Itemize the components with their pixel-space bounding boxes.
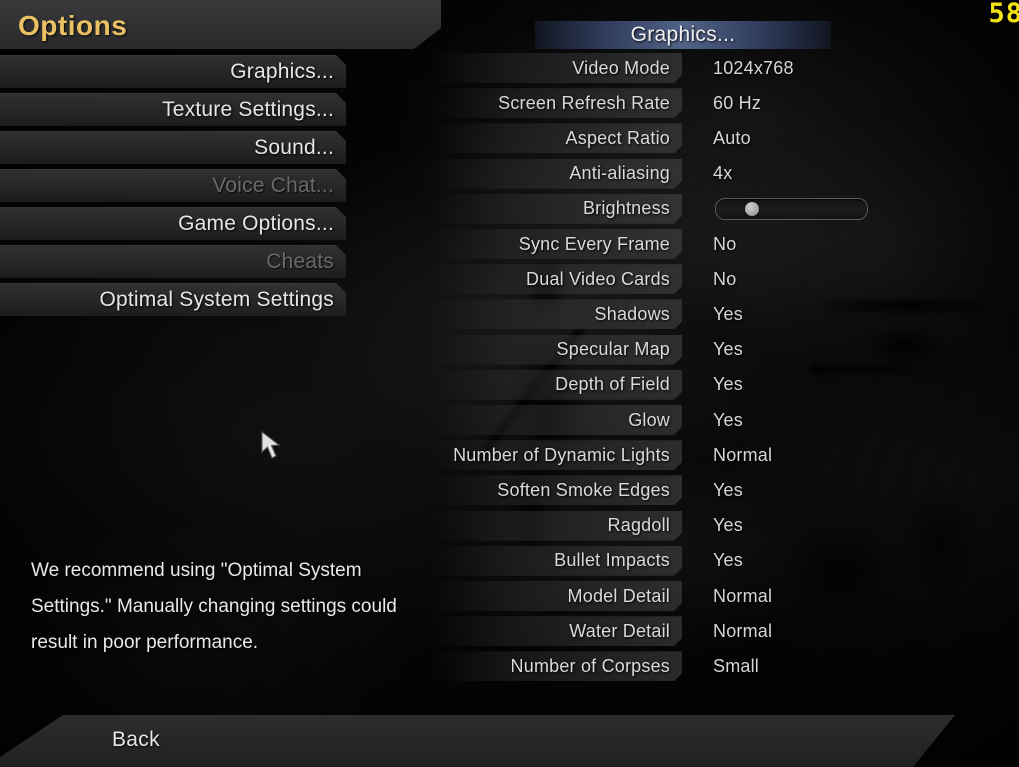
setting-value[interactable]: Yes	[713, 511, 743, 541]
setting-row-specular-map[interactable]: Specular Map Yes	[432, 334, 992, 365]
setting-label: Depth of Field	[555, 374, 670, 395]
setting-label: Specular Map	[556, 339, 670, 360]
setting-value[interactable]: 1024x768	[713, 53, 794, 83]
setting-value[interactable]: Yes	[713, 370, 743, 400]
setting-row-video-mode[interactable]: Video Mode 1024x768	[432, 53, 992, 83]
setting-value[interactable]: Yes	[713, 335, 743, 365]
setting-label: Soften Smoke Edges	[497, 479, 670, 500]
setting-row-shadows[interactable]: Shadows Yes	[432, 299, 992, 330]
setting-row-depth-of-field[interactable]: Depth of Field Yes	[432, 369, 992, 400]
setting-label: Shadows	[594, 303, 670, 324]
setting-row-screen-refresh-rate[interactable]: Screen Refresh Rate 60 Hz	[432, 88, 992, 119]
setting-row-sync-every-frame[interactable]: Sync Every Frame No	[432, 229, 992, 259]
setting-value[interactable]: Normal	[713, 616, 772, 646]
setting-label: Sync Every Frame	[518, 233, 670, 254]
setting-value[interactable]: No	[713, 264, 736, 294]
page-title: Options	[18, 10, 128, 41]
panel-header-title: Graphics...	[630, 23, 736, 46]
setting-value[interactable]: Normal	[713, 440, 772, 470]
setting-label: Brightness	[582, 198, 670, 219]
setting-value[interactable]: No	[713, 229, 736, 259]
setting-value[interactable]: Normal	[713, 581, 772, 611]
setting-label: Dual Video Cards	[526, 268, 670, 289]
setting-row-aspect-ratio[interactable]: Aspect Ratio Auto	[432, 123, 992, 154]
setting-value[interactable]: Yes	[713, 405, 743, 435]
setting-value[interactable]: Yes	[713, 475, 743, 505]
setting-value[interactable]: Small	[713, 651, 759, 681]
setting-label: Water Detail	[569, 620, 670, 641]
setting-row-number-of-dynamic-lights[interactable]: Number of Dynamic Lights Normal	[432, 440, 992, 471]
game-options-screen: 58 Options Graphics... Texture Settings..…	[0, 0, 1019, 767]
setting-row-bullet-impacts[interactable]: Bullet Impacts Yes	[432, 545, 992, 576]
settings-panel: Graphics... Video Mode 1024x768 Screen Ref…	[0, 0, 1019, 700]
setting-row-water-detail[interactable]: Water Detail Normal	[432, 616, 992, 647]
setting-value[interactable]: Yes	[713, 299, 743, 329]
setting-label: Ragdoll	[607, 515, 670, 536]
setting-row-dual-video-cards[interactable]: Dual Video Cards No	[432, 264, 992, 295]
setting-row-brightness[interactable]: Brightness	[432, 193, 992, 224]
setting-label: Number of Dynamic Lights	[453, 444, 670, 465]
setting-label: Video Mode	[572, 57, 670, 78]
setting-label: Screen Refresh Rate	[498, 92, 670, 113]
setting-label: Glow	[628, 409, 670, 430]
setting-row-model-detail[interactable]: Model Detail Normal	[432, 581, 992, 611]
fps-counter: 58	[988, 0, 1019, 29]
setting-label: Number of Corpses	[510, 655, 670, 676]
panel-header-bar: Graphics...	[535, 21, 831, 49]
back-button[interactable]: Back	[112, 728, 160, 752]
setting-label: Anti-aliasing	[569, 163, 670, 184]
brightness-slider[interactable]	[715, 197, 868, 220]
setting-label: Model Detail	[567, 585, 670, 606]
setting-label: Bullet Impacts	[554, 550, 670, 571]
setting-row-anti-aliasing[interactable]: Anti-aliasing 4x	[432, 158, 992, 189]
setting-row-ragdoll[interactable]: Ragdoll Yes	[432, 510, 992, 541]
brightness-slider-knob[interactable]	[745, 201, 760, 216]
setting-value[interactable]: 4x	[713, 159, 732, 189]
setting-value[interactable]: 60 Hz	[713, 88, 761, 118]
setting-label: Aspect Ratio	[565, 127, 670, 148]
setting-row-glow[interactable]: Glow Yes	[432, 405, 992, 435]
setting-row-soften-smoke-edges[interactable]: Soften Smoke Edges Yes	[432, 475, 992, 506]
setting-row-number-of-corpses[interactable]: Number of Corpses Small	[432, 651, 992, 682]
setting-value[interactable]: Yes	[713, 546, 743, 576]
setting-value[interactable]: Auto	[713, 123, 751, 153]
